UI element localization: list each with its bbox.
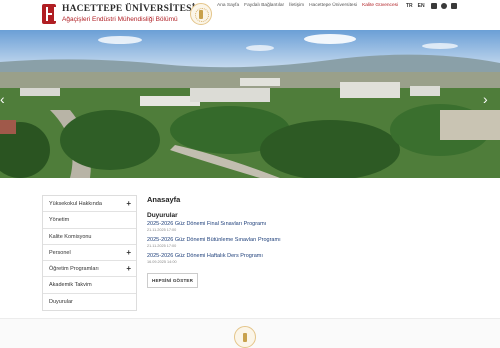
social-links: [431, 3, 457, 9]
hacettepe-logo-icon[interactable]: [42, 4, 56, 24]
sidebar-item-personnel[interactable]: Personel +: [43, 245, 136, 262]
site-header: HACETTEPE ÜNİVERSİTESİ Ağaçişleri Endüst…: [0, 0, 500, 30]
announcement-date: 21.11.2025 17:00: [147, 244, 177, 248]
sidebar-item-management[interactable]: Yönetim: [43, 212, 136, 229]
youtube-icon[interactable]: [441, 3, 447, 9]
campus-aerial-photo: [0, 30, 500, 178]
university-name[interactable]: HACETTEPE ÜNİVERSİTESİ: [62, 4, 195, 14]
sidebar-item-label: Yüksekokul Hakkında: [49, 201, 102, 207]
hero-banner: ‹ ›: [0, 30, 500, 178]
announcement-date: 21.11.2025 17:00: [147, 228, 177, 232]
hero-next-arrow-icon[interactable]: ›: [483, 92, 488, 106]
sidebar-item-quality-commission[interactable]: Kalite Komisyonu: [43, 229, 136, 245]
sidebar-item-programs[interactable]: Öğretim Programları +: [43, 261, 136, 278]
sidebar-item-label: Öğretim Programları: [49, 266, 99, 273]
nav-useful-links-link[interactable]: Faydalı Bağlantılar: [244, 3, 284, 8]
department-emblem-icon: [190, 3, 212, 25]
show-all-button[interactable]: HEPSİNİ GÖSTER: [147, 273, 199, 288]
nav-contact-link[interactable]: İletişim: [289, 3, 304, 8]
sidebar-item-label: Akademik Takvim: [49, 282, 92, 289]
announcements-heading: Duyurular: [147, 212, 178, 219]
sidebar-item-label: Duyurular: [49, 298, 73, 305]
announcement-link[interactable]: 2025-2026 Güz Dönemi Haftalık Ders Progr…: [147, 253, 397, 259]
announcement-link[interactable]: 2025-2026 Güz Dönemi Bütünleme Sınavları…: [147, 237, 397, 243]
lang-tr-link[interactable]: TR: [406, 3, 413, 9]
top-navigation: Ana Sayfa Faydalı Bağlantılar İletişim H…: [217, 3, 398, 8]
page-title: Anasayfa: [147, 195, 181, 204]
sidebar-item-label: Personel: [49, 249, 71, 256]
lang-en-link[interactable]: EN: [418, 3, 425, 9]
hero-prev-arrow-icon[interactable]: ‹: [0, 92, 5, 106]
announcement-item: 2025-2026 Güz Dönemi Bütünleme Sınavları…: [147, 237, 397, 248]
language-switcher: TR EN: [406, 3, 425, 9]
site-footer: [0, 319, 500, 348]
expand-plus-icon[interactable]: +: [126, 245, 131, 261]
sidebar-menu: Yüksekokul Hakkında + Yönetim Kalite Kom…: [42, 195, 137, 312]
expand-plus-icon[interactable]: +: [126, 196, 131, 212]
sidebar-item-label: Yönetim: [49, 217, 70, 224]
sidebar-item-about[interactable]: Yüksekokul Hakkında +: [43, 196, 136, 213]
expand-plus-icon[interactable]: +: [126, 261, 131, 277]
sidebar-item-academic-calendar[interactable]: Akademik Takvim: [43, 277, 136, 294]
nav-home-link[interactable]: Ana Sayfa: [217, 3, 239, 8]
sidebar-item-announcements[interactable]: Duyurular: [43, 294, 136, 310]
main-content: Anasayfa Duyurular 2025-2026 Güz Dönemi …: [147, 195, 397, 288]
announcement-link[interactable]: 2025-2026 Güz Dönemi Final Sınavları Pro…: [147, 221, 397, 227]
department-name[interactable]: Ağaçişleri Endüstri Mühendisliği Bölümü: [62, 16, 178, 23]
footer-emblem-icon: [234, 326, 256, 348]
nav-quality-assurance-link[interactable]: Kalite Güvencesi: [362, 3, 398, 8]
announcement-item: 2025-2026 Güz Dönemi Final Sınavları Pro…: [147, 221, 397, 232]
instagram-icon[interactable]: [431, 3, 437, 9]
x-twitter-icon[interactable]: [451, 3, 457, 9]
nav-university-link[interactable]: Hacettepe Üniversitesi: [309, 3, 357, 8]
sidebar-item-label: Kalite Komisyonu: [49, 233, 92, 240]
announcement-date: 16.09.2025 14:00: [147, 260, 177, 264]
announcement-item: 2025-2026 Güz Dönemi Haftalık Ders Progr…: [147, 253, 397, 264]
